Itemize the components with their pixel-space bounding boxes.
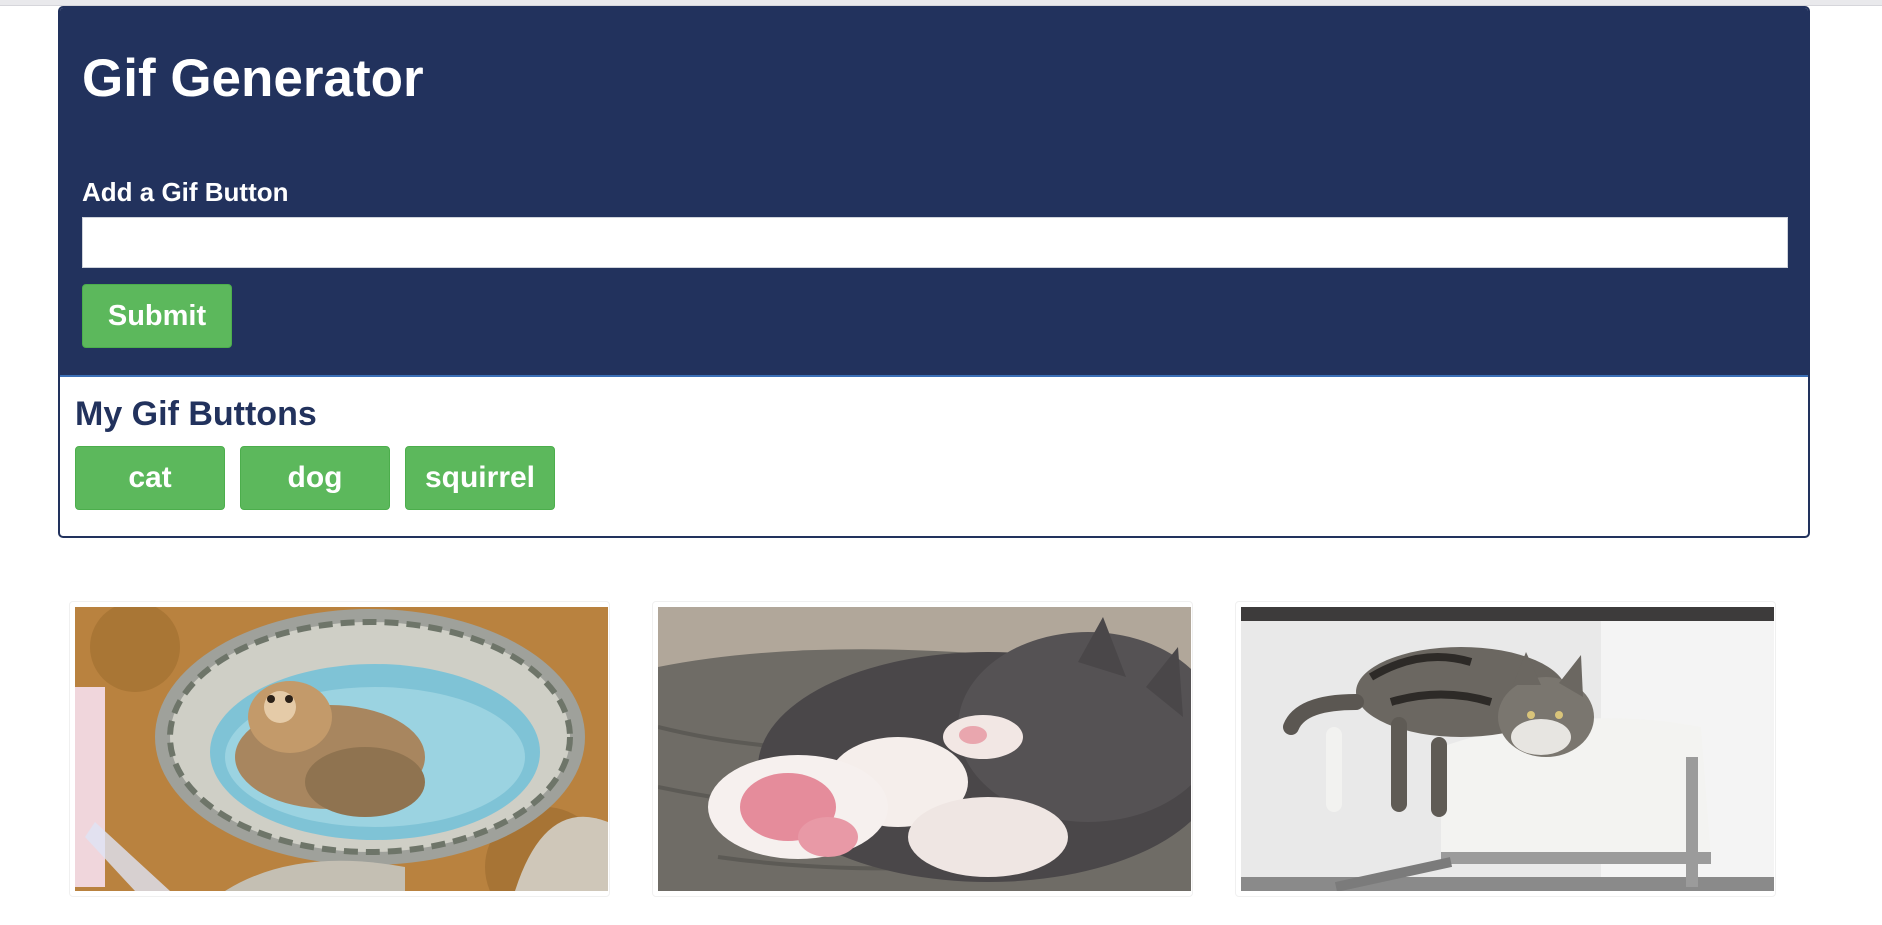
gif-image-tabby-cat[interactable] — [1241, 607, 1774, 891]
add-gif-label: Add a Gif Button — [82, 177, 289, 207]
page-title: Gif Generator — [82, 49, 424, 108]
gif-button-list: cat dog squirrel — [75, 446, 555, 510]
gif-search-input[interactable] — [82, 217, 1788, 268]
my-gif-buttons-heading: My Gif Buttons — [75, 395, 317, 433]
gif-result-card[interactable] — [69, 601, 610, 897]
gif-result-card[interactable] — [652, 601, 1193, 897]
gif-results-grid — [69, 601, 1776, 897]
gif-result-card[interactable] — [1235, 601, 1776, 897]
gif-button-squirrel[interactable]: squirrel — [405, 446, 555, 510]
gif-button-cat[interactable]: cat — [75, 446, 225, 510]
gif-image-sleeping-kitten[interactable] — [658, 607, 1191, 891]
gif-generator-panel: Gif Generator Add a Gif Button Submit My… — [58, 6, 1810, 538]
header-divider — [60, 375, 1808, 377]
header-banner: Gif Generator Add a Gif Button Submit — [60, 8, 1808, 376]
submit-button[interactable]: Submit — [82, 284, 232, 348]
gif-image-kitten-basket[interactable] — [75, 607, 608, 891]
gif-button-dog[interactable]: dog — [240, 446, 390, 510]
